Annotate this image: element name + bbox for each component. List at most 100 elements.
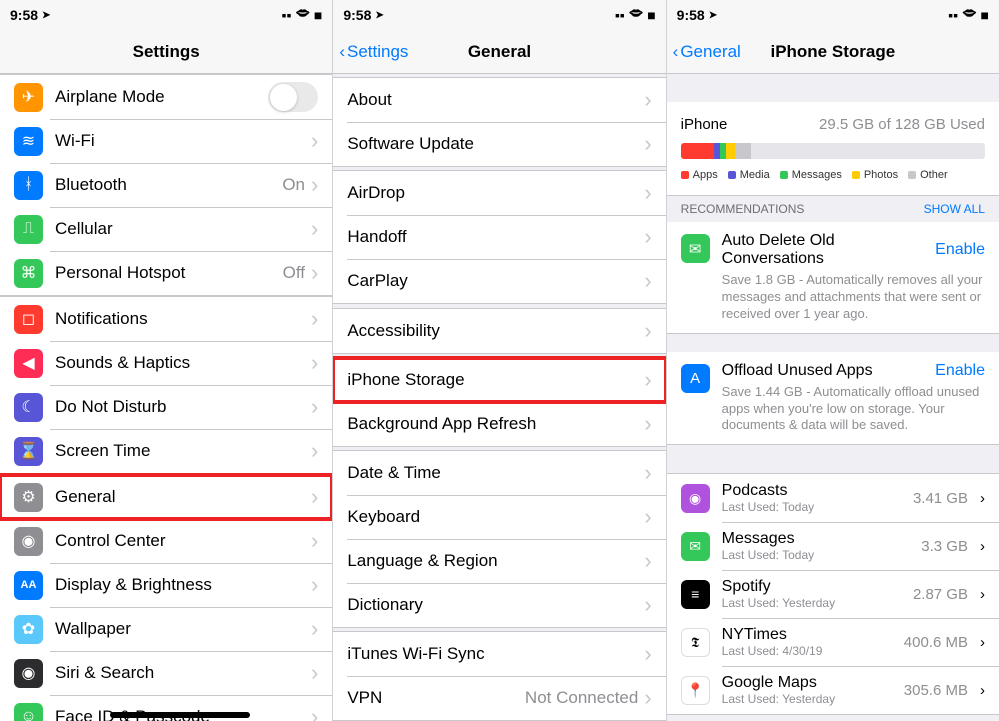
location-icon: ➤ <box>42 10 50 21</box>
app-row[interactable]: 📍Google MapsLast Used: Yesterday305.6 MB… <box>667 666 999 714</box>
general-row-vpn[interactable]: VPNNot Connected› <box>333 676 665 720</box>
chevron-left-icon: ‹ <box>339 42 345 62</box>
settings-row-bluetooth[interactable]: ᚼBluetoothOn› <box>0 163 332 207</box>
general-row-swupdate[interactable]: Software Update› <box>333 122 665 166</box>
settings-row-wifi[interactable]: ≋Wi-Fi› <box>0 119 332 163</box>
settings-row-hotspot[interactable]: ⌘Personal HotspotOff› <box>0 251 332 295</box>
rec-title: Offload Unused Apps <box>722 362 873 380</box>
page-title: iPhone Storage <box>770 42 895 62</box>
row-label: iPhone Storage <box>347 370 644 390</box>
app-name: Spotify <box>722 578 901 596</box>
chevron-right-icon: › <box>644 226 651 248</box>
row-label: Keyboard <box>347 507 644 527</box>
location-icon: ➤ <box>709 10 717 21</box>
chevron-right-icon: › <box>980 538 985 555</box>
row-label: Language & Region <box>347 551 644 571</box>
storage-bar <box>681 143 985 159</box>
app-size: 305.6 MB <box>904 682 968 699</box>
row-label: Display & Brightness <box>55 575 311 595</box>
app-row[interactable]: ≡SpotifyLast Used: Yesterday2.87 GB› <box>667 570 999 618</box>
settings-row-sounds[interactable]: ◀︎Sounds & Haptics› <box>0 341 332 385</box>
row-label: VPN <box>347 688 525 708</box>
chevron-right-icon: › <box>311 530 318 552</box>
back-button[interactable]: ‹General <box>673 42 741 62</box>
faceid-icon: ☺︎ <box>14 703 43 721</box>
page-title: Settings <box>133 42 200 62</box>
settings-row-dnd[interactable]: ☾Do Not Disturb› <box>0 385 332 429</box>
app-name: Google Maps <box>722 674 892 692</box>
app-row[interactable]: 𝕿NYTimesLast Used: 4/30/19400.6 MB› <box>667 618 999 666</box>
general-row-ituneswifi[interactable]: iTunes Wi-Fi Sync› <box>333 632 665 676</box>
app-last-used: Last Used: 4/30/19 <box>722 644 892 658</box>
toggle[interactable] <box>268 82 318 112</box>
settings-row-display[interactable]: AADisplay & Brightness› <box>0 563 332 607</box>
chevron-right-icon: › <box>311 574 318 596</box>
row-label: Airplane Mode <box>55 87 268 107</box>
recommendation-offload: AOffload Unused AppsEnableSave 1.44 GB -… <box>667 352 999 446</box>
settings-row-control[interactable]: ◉Control Center› <box>0 519 332 563</box>
screen-storage: 9:58➤ ▪▪ 🗢 ■ ‹General iPhone Storage iPh… <box>667 0 1000 721</box>
notifications-icon: ◻︎ <box>14 305 43 334</box>
row-label: Bluetooth <box>55 175 282 195</box>
settings-row-wallpaper[interactable]: ✿Wallpaper› <box>0 607 332 651</box>
navbar: Settings <box>0 30 332 74</box>
general-icon: ⚙︎ <box>14 483 43 512</box>
chevron-right-icon: › <box>311 662 318 684</box>
settings-row-general[interactable]: ⚙︎General› <box>0 475 332 519</box>
chevron-right-icon: › <box>644 687 651 709</box>
chevron-right-icon: › <box>311 706 318 721</box>
show-all-button[interactable]: SHOW ALL <box>924 202 985 216</box>
enable-button[interactable]: Enable <box>935 362 985 380</box>
general-row-dictionary[interactable]: Dictionary› <box>333 583 665 627</box>
settings-row-notifications[interactable]: ◻︎Notifications› <box>0 297 332 341</box>
row-label: iTunes Wi-Fi Sync <box>347 644 644 664</box>
general-row-accessibility[interactable]: Accessibility› <box>333 309 665 353</box>
chevron-right-icon: › <box>980 490 985 507</box>
chevron-right-icon: › <box>980 634 985 651</box>
hotspot-icon: ⌘ <box>14 259 43 288</box>
row-label: Cellular <box>55 219 311 239</box>
back-button[interactable]: ‹Settings <box>339 42 408 62</box>
general-row-handoff[interactable]: Handoff› <box>333 215 665 259</box>
row-label: Siri & Search <box>55 663 311 683</box>
storage-summary: iPhone29.5 GB of 128 GB UsedAppsMediaMes… <box>667 102 999 196</box>
chevron-right-icon: › <box>644 594 651 616</box>
row-label: Sounds & Haptics <box>55 353 311 373</box>
app-row[interactable]: ✉︎MessagesLast Used: Today3.3 GB› <box>667 522 999 570</box>
row-label: Accessibility <box>347 321 644 341</box>
general-row-keyboard[interactable]: Keyboard› <box>333 495 665 539</box>
chevron-right-icon: › <box>644 182 651 204</box>
app-last-used: Last Used: Yesterday <box>722 692 892 706</box>
row-label: Personal Hotspot <box>55 263 283 283</box>
enable-button[interactable]: Enable <box>935 241 985 259</box>
app-row[interactable]: ◉PodcastsLast Used: Today3.41 GB› <box>667 474 999 522</box>
general-row-about[interactable]: About› <box>333 78 665 122</box>
general-row-airdrop[interactable]: AirDrop› <box>333 171 665 215</box>
row-label: About <box>347 90 644 110</box>
row-label: Notifications <box>55 309 311 329</box>
general-row-bgrefresh[interactable]: Background App Refresh› <box>333 402 665 446</box>
chevron-right-icon: › <box>644 643 651 665</box>
row-label: Handoff <box>347 227 644 247</box>
location-icon: ➤ <box>375 10 383 21</box>
wifi-icon: ≋ <box>14 127 43 156</box>
navbar: ‹Settings General <box>333 30 665 74</box>
general-row-storage[interactable]: iPhone Storage› <box>333 358 665 402</box>
settings-row-cellular[interactable]: ⎍Cellular› <box>0 207 332 251</box>
general-row-carplay[interactable]: CarPlay› <box>333 259 665 303</box>
row-value: Off <box>283 263 305 283</box>
settings-row-screentime[interactable]: ⌛Screen Time› <box>0 429 332 473</box>
chevron-left-icon: ‹ <box>673 42 679 62</box>
screentime-icon: ⌛ <box>14 437 43 466</box>
settings-row-airplane[interactable]: ✈︎Airplane Mode <box>0 75 332 119</box>
app-name: Podcasts <box>722 482 901 500</box>
rec-title: Auto Delete Old Conversations <box>722 232 936 268</box>
general-row-datetime[interactable]: Date & Time› <box>333 451 665 495</box>
settings-row-siri[interactable]: ◉Siri & Search› <box>0 651 332 695</box>
chevron-right-icon: › <box>644 133 651 155</box>
general-row-langregion[interactable]: Language & Region› <box>333 539 665 583</box>
status-bar: 9:58➤ ▪▪ 🗢 ■ <box>667 0 999 30</box>
rec-description: Save 1.8 GB - Automatically removes all … <box>722 272 985 323</box>
row-label: Control Center <box>55 531 311 551</box>
navbar: ‹General iPhone Storage <box>667 30 999 74</box>
